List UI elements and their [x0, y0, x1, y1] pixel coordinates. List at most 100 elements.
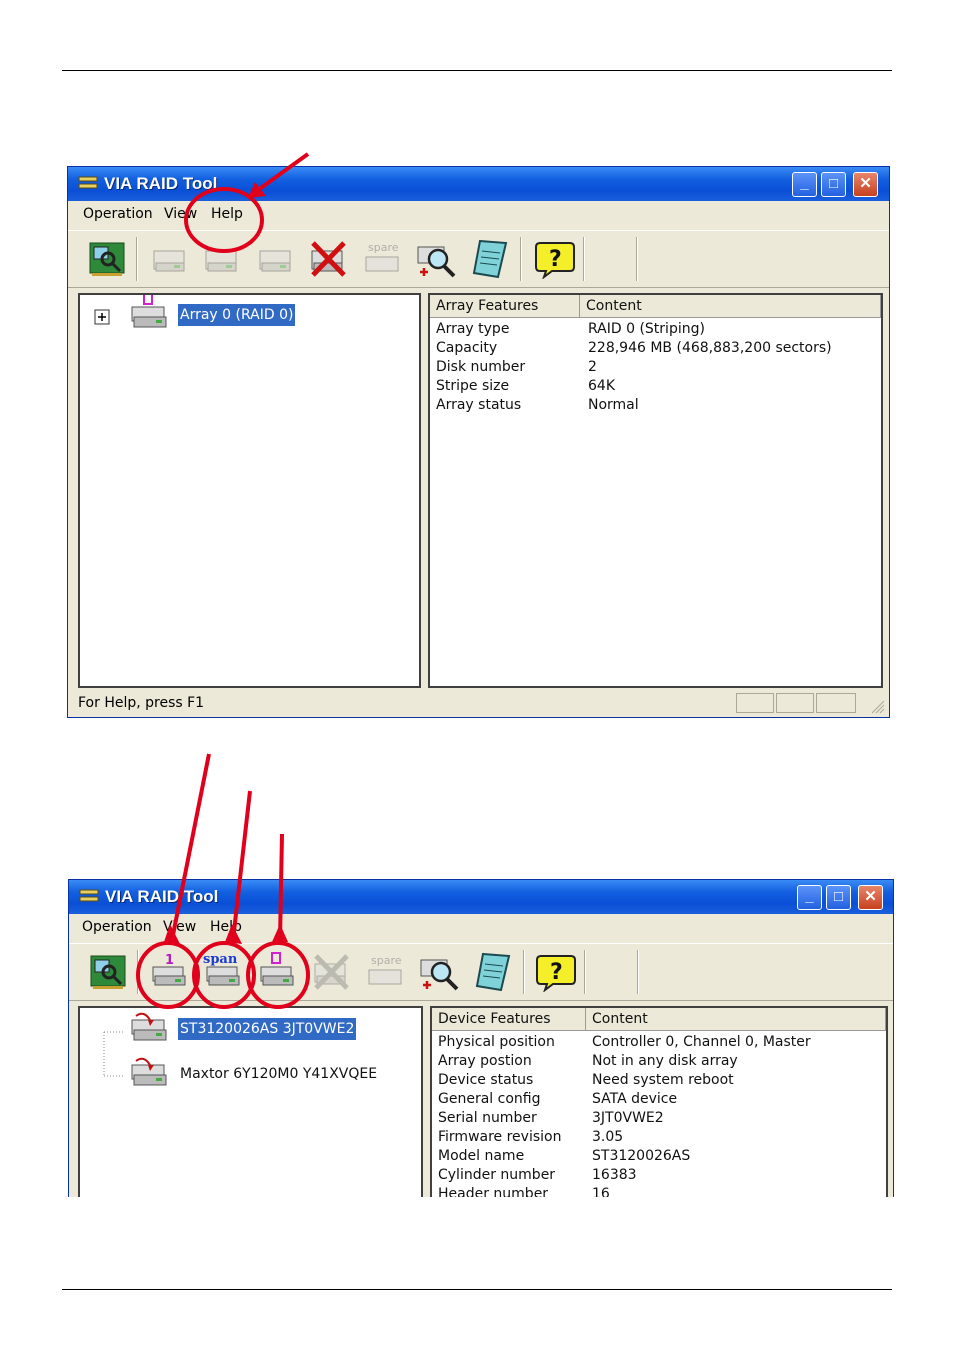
feature-value: SATA device [592, 1091, 678, 1107]
help-icon[interactable]: ? [534, 239, 576, 280]
list-row[interactable]: Stripe size 64K [436, 377, 876, 396]
toolbar-separator [583, 237, 585, 281]
span-create-icon [202, 239, 244, 279]
hard-disk-icon [131, 1012, 167, 1041]
resize-grip-icon[interactable] [869, 698, 885, 714]
raid-controller-icon[interactable] [88, 239, 130, 279]
tree-item-disk[interactable]: ST3120026AS 3JT0VWE2 [128, 1012, 408, 1046]
menu-view[interactable]: View [163, 919, 196, 935]
menu-bar: Operation View Help [69, 914, 893, 941]
close-button[interactable]: ✕ [853, 172, 878, 197]
menu-operation[interactable]: Operation [82, 919, 152, 935]
list-row[interactable]: Physical position Controller 0, Channel 0… [438, 1033, 878, 1052]
column-header-content[interactable]: Content [580, 295, 881, 317]
menu-help[interactable]: Help [210, 919, 242, 935]
list-row[interactable]: Cylinder number 16383 [438, 1166, 878, 1185]
search-zoom-icon[interactable] [419, 952, 461, 992]
list-row[interactable]: General config SATA device [438, 1090, 878, 1109]
raid-controller-icon[interactable] [89, 952, 131, 992]
raid0-create-icon [256, 239, 298, 279]
feature-name: Capacity [436, 340, 498, 356]
toolbar-separator [520, 237, 522, 281]
top-rule [62, 70, 892, 71]
title-bar[interactable]: VIA RAID Tool _ □ ✕ [69, 880, 893, 914]
feature-value: 228,946 MB (468,883,200 sectors) [588, 340, 832, 356]
svg-text:?: ? [549, 247, 562, 272]
close-button[interactable]: ✕ [858, 885, 883, 910]
toolbar-separator [636, 237, 638, 281]
delete-array-icon[interactable] [308, 239, 350, 279]
minimize-button[interactable]: _ [797, 885, 822, 910]
raid-app-icon [78, 176, 98, 189]
menu-view[interactable]: View [164, 206, 197, 222]
column-header-features[interactable]: Device Features [432, 1008, 586, 1030]
feature-name: Stripe size [436, 378, 510, 394]
minimize-button[interactable]: _ [792, 172, 817, 197]
list-row[interactable]: Serial number 3JT0VWE2 [438, 1109, 878, 1128]
window-title: VIA RAID Tool [104, 174, 218, 193]
tree-pane[interactable]: ST3120026AS 3JT0VWE2 Maxtor 6Y120M0 Y41X… [78, 1006, 423, 1197]
list-header: Array Features Content [430, 295, 881, 318]
tree-item-label: ST3120026AS 3JT0VWE2 [178, 1018, 357, 1040]
list-row[interactable]: Array type RAID 0 (Striping) [436, 320, 876, 339]
list-row[interactable]: Header number 16 [438, 1185, 878, 1197]
maximize-button[interactable]: □ [821, 172, 846, 197]
help-icon[interactable]: ? [535, 952, 577, 993]
tree-item-label: Array 0 (RAID 0) [178, 304, 296, 326]
spare-icon: spare [365, 952, 407, 992]
feature-name: Firmware revision [438, 1129, 562, 1145]
status-text: For Help, press F1 [78, 695, 205, 711]
feature-name: Physical position [438, 1034, 555, 1050]
toolbar-separator [137, 950, 139, 994]
menu-bar: Operation View Help [68, 201, 889, 228]
details-listview[interactable]: Array Features Content Array type RAID 0 … [428, 293, 883, 688]
toolbar: 1 span spare ? [69, 943, 893, 1001]
toolbar-separator [523, 950, 525, 994]
column-header-features[interactable]: Array Features [430, 295, 580, 317]
delete-array-icon [311, 952, 353, 992]
spare-icon: spare [362, 239, 404, 279]
tree-item-array[interactable]: Array 0 (RAID 0) [90, 295, 310, 331]
title-bar[interactable]: VIA RAID Tool _ □ ✕ [68, 167, 889, 201]
raid-tool-window-device: VIA RAID Tool _ □ ✕ Operation View Help … [68, 879, 894, 1197]
raid1-create-icon[interactable]: 1 [149, 952, 191, 992]
feature-name: Model name [438, 1148, 525, 1164]
span-create-icon[interactable]: span [203, 952, 245, 992]
menu-operation[interactable]: Operation [83, 206, 153, 222]
status-bar: For Help, press F1 [68, 690, 889, 716]
search-zoom-icon[interactable] [416, 239, 458, 279]
list-row[interactable]: Capacity 228,946 MB (468,883,200 sectors) [436, 339, 876, 358]
notepad-icon[interactable] [470, 239, 512, 279]
svg-text:?: ? [550, 960, 563, 985]
toolbar-separator [136, 237, 138, 281]
status-panel [736, 693, 774, 713]
status-panel [816, 693, 856, 713]
feature-name: Device status [438, 1072, 534, 1088]
window-title: VIA RAID Tool [105, 887, 219, 906]
column-header-content[interactable]: Content [586, 1008, 886, 1030]
raid1-create-icon [150, 239, 192, 279]
feature-value: Need system reboot [592, 1072, 734, 1088]
list-row[interactable]: Disk number 2 [436, 358, 876, 377]
list-row[interactable]: Model name ST3120026AS [438, 1147, 878, 1166]
feature-value: 64K [588, 378, 615, 394]
list-row[interactable]: Array status Normal [436, 396, 876, 415]
feature-value: Not in any disk array [592, 1053, 738, 1069]
notepad-icon[interactable] [473, 952, 515, 992]
expand-plus-icon[interactable] [94, 309, 110, 325]
menu-help[interactable]: Help [211, 206, 243, 222]
span-text: span [203, 952, 238, 967]
list-row[interactable]: Device status Need system reboot [438, 1071, 878, 1090]
tree-item-disk[interactable]: Maxtor 6Y120M0 Y41XVQEE [128, 1057, 408, 1091]
list-header: Device Features Content [432, 1008, 886, 1031]
feature-value: Normal [588, 397, 639, 413]
feature-name: Array status [436, 397, 522, 413]
raid0-create-icon[interactable] [257, 952, 299, 992]
maximize-button[interactable]: □ [826, 885, 851, 910]
raid-app-icon [79, 889, 99, 902]
tree-pane[interactable]: Array 0 (RAID 0) [78, 293, 421, 688]
details-listview[interactable]: Device Features Content Physical positio… [430, 1006, 888, 1197]
list-row[interactable]: Firmware revision 3.05 [438, 1128, 878, 1147]
feature-value: 16 [592, 1186, 610, 1197]
list-row[interactable]: Array postion Not in any disk array [438, 1052, 878, 1071]
